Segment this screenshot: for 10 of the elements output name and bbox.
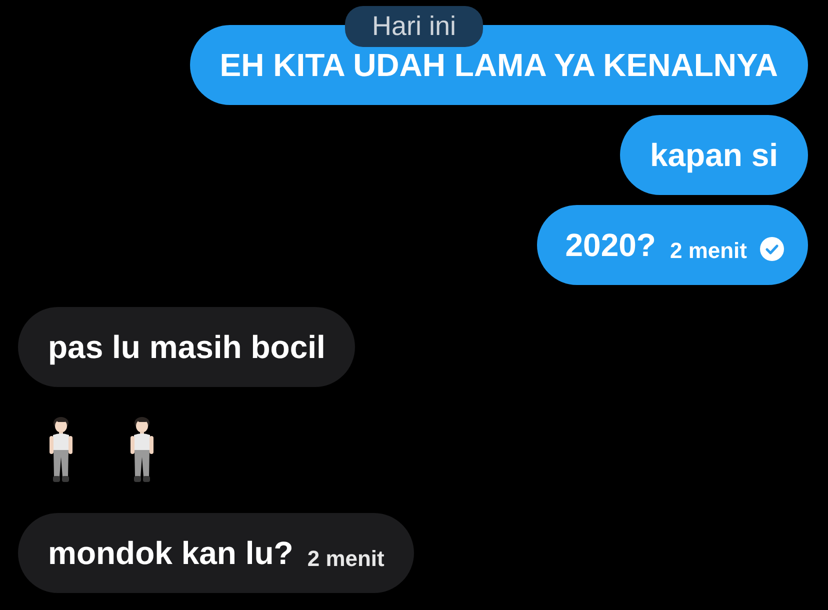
standing-person-icon (129, 415, 155, 485)
date-label: Hari ini (344, 6, 484, 47)
message-text: EH KITA UDAH LAMA YA KENALNYA (220, 49, 778, 81)
message-time: 2 menit (670, 240, 747, 262)
message-text: pas lu masih bocil (48, 331, 326, 363)
standing-person-icon (48, 415, 74, 485)
message-text: kapan si (650, 139, 778, 171)
message-time: 2 menit (307, 548, 384, 570)
message-text: mondok kan lu? (48, 537, 294, 569)
message-text: 2020? (565, 229, 656, 261)
